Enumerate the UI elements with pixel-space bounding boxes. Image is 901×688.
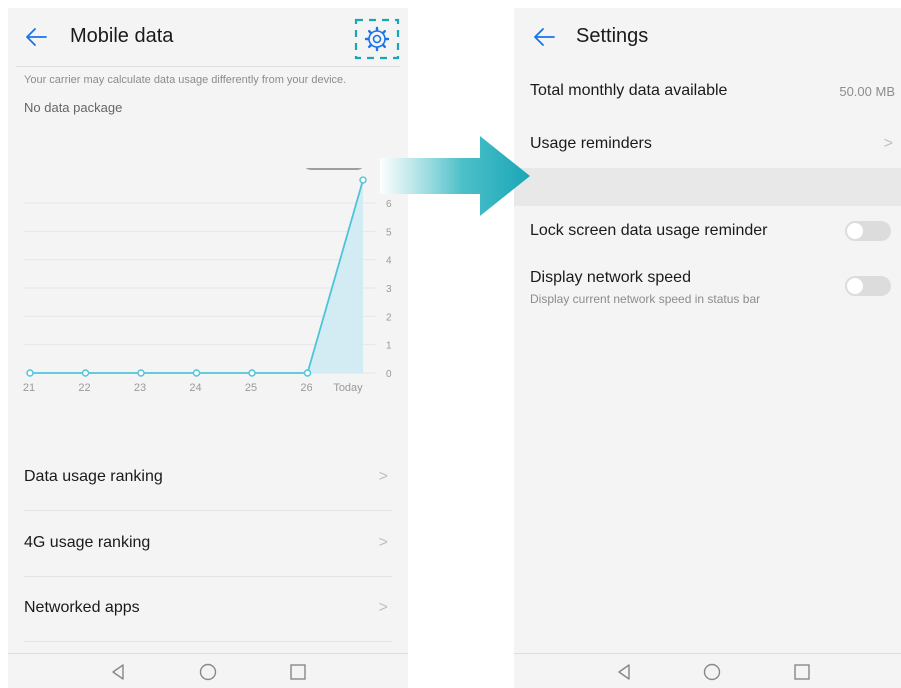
data-point bbox=[248, 369, 256, 377]
back-arrow-icon[interactable] bbox=[24, 24, 50, 50]
back-triangle-icon[interactable] bbox=[108, 662, 128, 682]
data-point bbox=[81, 369, 90, 377]
usage-area bbox=[30, 180, 363, 373]
data-point bbox=[137, 369, 145, 377]
row-label: Networked apps bbox=[24, 599, 140, 616]
data-usage-ranking-row[interactable]: Data usage ranking > bbox=[24, 446, 392, 510]
gear-icon bbox=[354, 18, 400, 60]
chevron-right-icon: > bbox=[883, 135, 893, 152]
chevron-right-icon: > bbox=[378, 468, 388, 485]
row-label: Total monthly data available bbox=[530, 82, 728, 99]
x-tick-label: 25 bbox=[245, 382, 257, 394]
row-label: Data usage ranking bbox=[24, 468, 163, 485]
data-package-status: No data package bbox=[24, 100, 123, 115]
y-tick-label: 1 bbox=[386, 341, 392, 352]
data-point bbox=[359, 176, 367, 184]
carrier-notice: Your carrier may calculate data usage di… bbox=[24, 74, 347, 86]
x-tick-label: 24 bbox=[189, 382, 201, 394]
row-label: Usage reminders bbox=[530, 135, 652, 152]
row-label: 4G usage ranking bbox=[24, 534, 151, 551]
y-tick-label: 3 bbox=[386, 284, 392, 295]
value-callout-bubble bbox=[305, 168, 363, 171]
x-tick-label: 21 bbox=[23, 382, 35, 394]
nav-bar bbox=[8, 653, 408, 688]
section-divider bbox=[514, 168, 901, 206]
toggle-knob bbox=[847, 278, 863, 294]
y-tick-label: 0 bbox=[386, 369, 392, 380]
back-triangle-icon[interactable] bbox=[614, 662, 634, 682]
settings-screen: Settings Total monthly data available 50… bbox=[514, 8, 901, 688]
chevron-right-icon: > bbox=[378, 534, 388, 551]
home-circle-icon[interactable] bbox=[198, 662, 218, 682]
divider bbox=[16, 66, 400, 67]
row-label: Lock screen data usage reminder bbox=[530, 222, 768, 239]
recents-square-icon[interactable] bbox=[792, 662, 812, 682]
app-bar: Mobile data bbox=[8, 8, 408, 64]
networked-apps-row[interactable]: Networked apps > bbox=[24, 577, 392, 641]
usage-chart: 0123456212223242526Today6.81 MB bbox=[23, 168, 392, 394]
network-speed-toggle[interactable] bbox=[845, 276, 891, 296]
y-tick-label: 4 bbox=[386, 256, 392, 267]
data-point bbox=[303, 369, 312, 377]
usage-line bbox=[30, 179, 364, 374]
x-tick-label: 22 bbox=[78, 382, 90, 394]
nav-bar bbox=[514, 653, 901, 688]
x-tick-label: 23 bbox=[134, 382, 146, 394]
divider bbox=[24, 510, 392, 511]
home-circle-icon[interactable] bbox=[702, 662, 722, 682]
row-sublabel: Display current network speed in status … bbox=[530, 292, 761, 306]
data-point bbox=[192, 369, 201, 377]
mobile-data-screen: Mobile data Your carrier may calculate d… bbox=[8, 8, 408, 688]
row-label: Display network speed bbox=[530, 269, 691, 286]
page-title: Settings bbox=[576, 25, 649, 47]
x-tick-label: Today bbox=[333, 382, 363, 394]
lock-screen-reminder-toggle[interactable] bbox=[845, 221, 891, 241]
4g-usage-ranking-row[interactable]: 4G usage ranking > bbox=[24, 512, 392, 576]
y-tick-label: 5 bbox=[386, 227, 392, 238]
x-tick-label: 26 bbox=[300, 382, 312, 394]
recents-square-icon[interactable] bbox=[288, 662, 308, 682]
app-bar: Settings bbox=[514, 8, 901, 64]
toggle-knob bbox=[847, 223, 863, 239]
settings-button[interactable] bbox=[354, 18, 400, 60]
back-arrow-icon[interactable] bbox=[532, 24, 558, 50]
data-limit-value: 50.00 MB bbox=[839, 84, 895, 99]
y-tick-label: 2 bbox=[386, 312, 392, 323]
page-title: Mobile data bbox=[70, 25, 174, 47]
chevron-right-icon: > bbox=[378, 599, 388, 616]
data-point bbox=[26, 369, 34, 377]
arrow-right-icon bbox=[380, 136, 530, 216]
divider bbox=[24, 641, 392, 642]
